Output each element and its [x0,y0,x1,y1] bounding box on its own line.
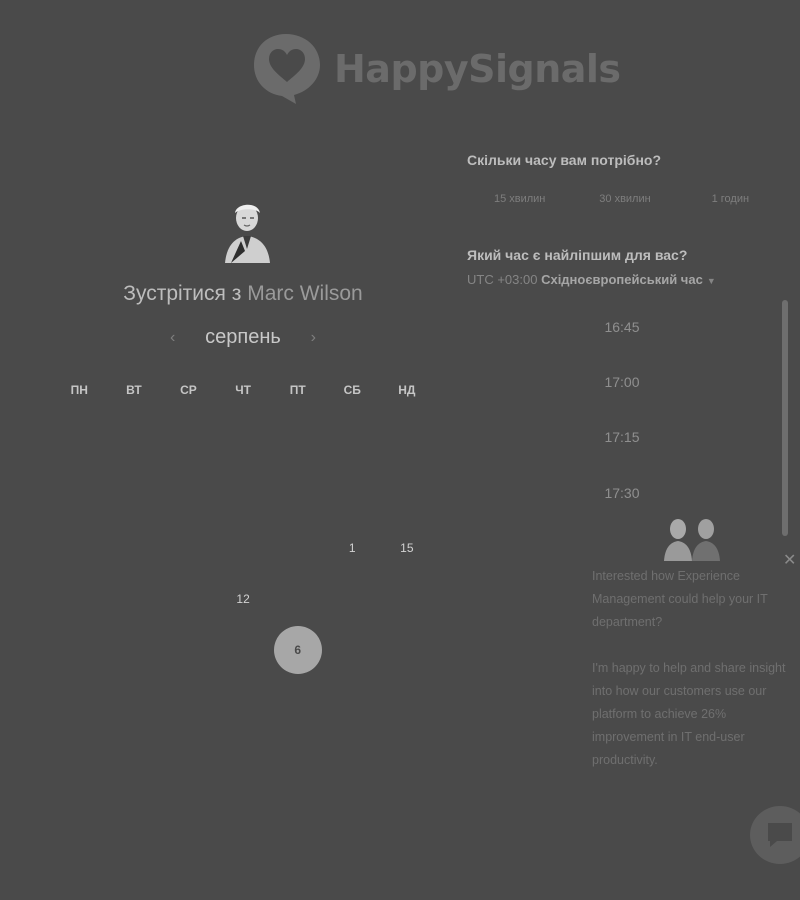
weekday-header: ПН ВТ СР ЧТ ПТ СБ НД [52,383,434,397]
weekday-label: ПТ [289,383,306,397]
day-number: 15 [400,540,414,555]
meet-prefix: Зустрітися з [123,282,242,305]
host-avatar [225,204,270,263]
calendar-day [52,624,107,675]
calendar-week-row [52,675,434,726]
chevron-left-icon[interactable]: ‹ [170,329,175,347]
chat-bubble-icon [768,823,792,847]
calendar-day [270,675,325,726]
calendar-day [380,420,435,471]
timezone-offset: UTC +03:00 [467,272,538,287]
chat-message-text: Interested how Experience Management cou… [592,569,768,629]
calendar-week-row: 6 [52,624,434,675]
time-slot-list: 16:45 17:00 17:15 17:30 [467,300,777,521]
meet-title: Зустрітися з Marc Wilson [0,282,486,306]
weekday-label: ЧТ [235,383,251,397]
calendar-week-row [52,420,434,471]
calendar-day [107,573,162,624]
duration-question: Скільки часу вам потрібно? [467,152,662,168]
calendar-week-row: 1 15 [52,522,434,573]
time-slot[interactable]: 17:30 [467,465,777,521]
time-slot[interactable]: 17:15 [467,410,777,466]
calendar-day [270,573,325,624]
calendar-day [325,420,380,471]
heart-speech-bubble-icon [254,34,320,104]
calendar-day[interactable]: 1 [325,522,380,573]
duration-option-60[interactable]: 1 годин [678,193,783,205]
calendar-day [380,573,435,624]
selected-day[interactable]: 6 [270,624,325,675]
calendar-day[interactable]: 12 [216,573,271,624]
time-slot[interactable]: 16:45 [467,300,777,354]
calendar-day [52,675,107,726]
calendar-day [107,675,162,726]
chevron-right-icon[interactable]: › [311,329,316,347]
timezone-name: Східноєвропейський час [541,272,703,287]
time-list-scrollbar[interactable] [782,300,788,536]
calendar-day [161,675,216,726]
calendar-day [52,573,107,624]
calendar-day [52,471,107,522]
calendar-day [325,675,380,726]
time-slot[interactable]: 17:00 [467,354,777,410]
calendar-day [325,573,380,624]
weekday-label: ПН [70,383,88,397]
day-number: 12 [236,591,250,606]
calendar-day [270,471,325,522]
host-name: Marc Wilson [247,282,363,305]
calendar-day [380,624,435,675]
calendar-day [216,471,271,522]
calendar-day [270,420,325,471]
calendar-day [161,624,216,675]
calendar-day [107,624,162,675]
weekday-label: ВТ [126,383,142,397]
calendar-day [216,420,271,471]
calendar-day [161,573,216,624]
calendar-grid: 1 15 12 6 [52,420,434,726]
calendar-day [161,420,216,471]
timezone-selector[interactable]: UTC +03:00 Східноєвропейський час ▼ [467,272,716,287]
calendar-day [325,471,380,522]
duration-option-30[interactable]: 30 хвилин [572,193,677,205]
month-navigation: ‹ серпень › [170,326,316,349]
chat-message-text: I'm happy to help and share insight into… [592,661,786,767]
weekday-label: СР [180,383,197,397]
calendar-day [380,675,435,726]
brand-name: HappySignals [334,47,621,91]
duration-options: 15 хвилин 30 хвилин 1 годин [467,193,783,205]
calendar-day [270,522,325,573]
calendar-day [325,624,380,675]
chat-agents-avatar [664,519,720,561]
calendar-week-row [52,471,434,522]
day-number: 6 [273,625,322,674]
happysignals-logo: HappySignals [252,32,621,106]
calendar-day [380,471,435,522]
calendar-day [107,420,162,471]
weekday-label: НД [398,383,416,397]
calendar-day [161,471,216,522]
calendar-day [161,522,216,573]
duration-option-15[interactable]: 15 хвилин [467,193,572,205]
calendar-day[interactable]: 15 [380,522,435,573]
chat-message: Interested how Experience Management cou… [592,565,792,772]
caret-down-icon: ▼ [706,276,716,286]
calendar-day [216,522,271,573]
calendar-day [52,420,107,471]
weekday-label: СБ [343,383,361,397]
calendar-day [216,675,271,726]
calendar-day [216,624,271,675]
time-question: Який час є найліпшим для вас? [467,247,688,263]
calendar-day [52,522,107,573]
calendar-day [107,471,162,522]
calendar-week-row: 12 [52,573,434,624]
calendar-day [107,522,162,573]
chat-launcher-button[interactable] [750,806,800,864]
month-label: серпень [205,326,281,348]
day-number: 1 [348,540,356,555]
